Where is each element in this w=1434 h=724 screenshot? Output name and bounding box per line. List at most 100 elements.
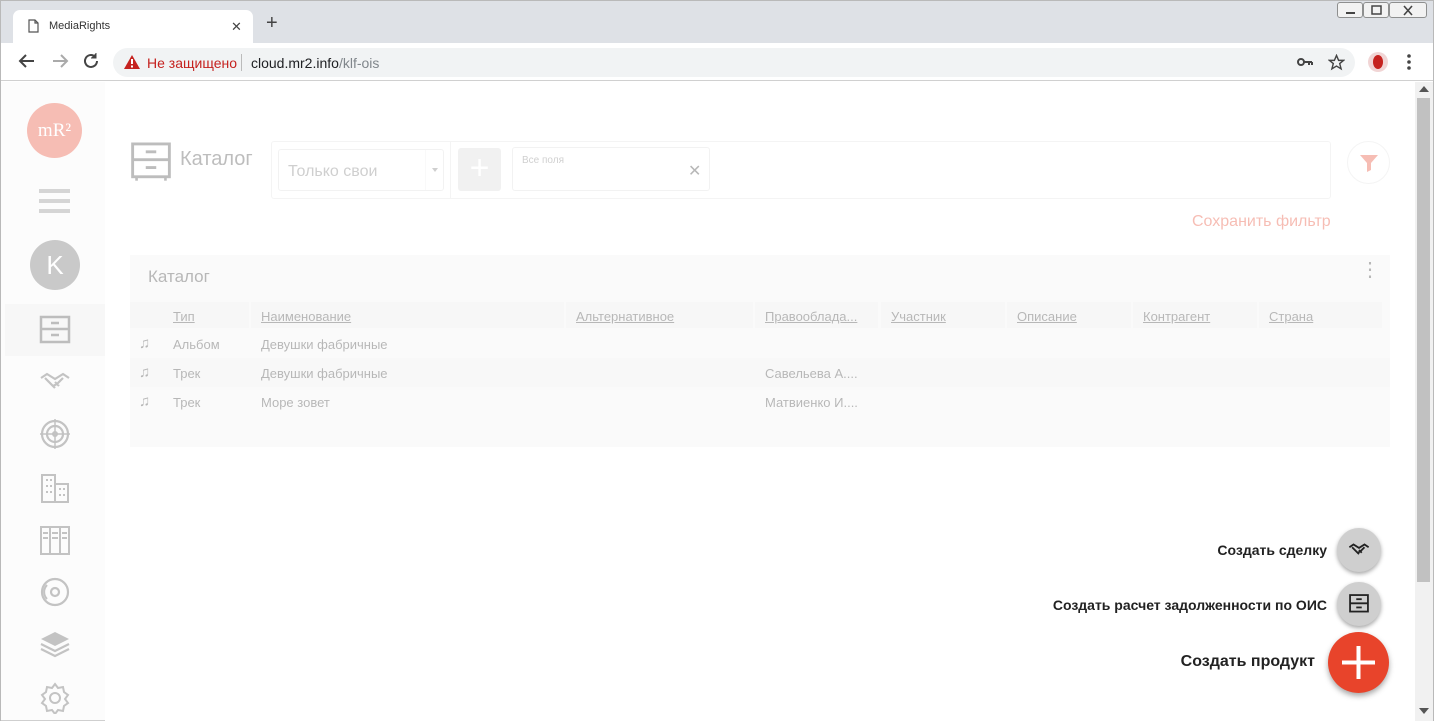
table-row[interactable]: ♫ Альбом Девушки фабричные <box>130 329 1390 358</box>
address-bar[interactable]: Не защищено cloud.mr2.info/klf-ois <box>113 48 1355 77</box>
security-status: Не защищено <box>147 55 237 71</box>
search-input[interactable]: Все поля ✕ <box>512 147 710 191</box>
page-overlay-content: Каталог Только свои + Все поля ✕ Сохрани… <box>105 82 1415 721</box>
row-type: Альбом <box>173 337 220 352</box>
user-avatar[interactable]: K <box>30 240 80 290</box>
catalog-table-panel: Каталог ⋮ Тип Наименование Альтернативно… <box>130 255 1390 447</box>
scrollbar-thumb[interactable] <box>1417 98 1430 582</box>
maximize-button[interactable] <box>1363 2 1389 18</box>
table-row[interactable]: ♫ Трек Море зовет Матвиенко И.... <box>130 387 1390 416</box>
divider <box>241 54 242 71</box>
chevron-down-icon <box>425 150 438 190</box>
create-debt-button[interactable] <box>1337 582 1381 626</box>
new-tab-icon[interactable]: + <box>266 13 278 33</box>
main-content: Каталог Только свои + Все поля ✕ Сохрани… <box>105 82 1415 721</box>
browser-tab[interactable]: MediaRights ✕ <box>13 10 253 43</box>
music-note-icon: ♫ <box>139 393 151 410</box>
target-icon <box>40 419 70 449</box>
handshake-icon <box>1348 543 1370 555</box>
app-logo[interactable]: mR² <box>27 103 82 158</box>
handshake-icon <box>40 372 70 389</box>
row-name: Девушки фабричные <box>261 366 388 381</box>
cabinet-icon <box>40 526 70 555</box>
column-header-alt[interactable]: Альтернативное <box>566 302 753 328</box>
save-filter-link[interactable]: Сохранить фильтр <box>1192 213 1331 231</box>
hamburger-icon[interactable] <box>39 189 70 213</box>
table-title: Каталог <box>148 267 210 286</box>
page-icon <box>28 19 39 33</box>
scroll-down-icon[interactable] <box>1419 708 1429 714</box>
column-header-description[interactable]: Описание <box>1007 302 1131 328</box>
create-product-button[interactable] <box>1328 632 1389 693</box>
url-text: cloud.mr2.info/klf-ois <box>251 55 379 71</box>
table-row[interactable]: ♫ Трек Девушки фабричные Савельева А.... <box>130 358 1390 387</box>
tab-strip: MediaRights ✕ + <box>1 1 1433 43</box>
create-deal-button[interactable] <box>1337 528 1381 572</box>
page-title: Каталог <box>180 148 253 170</box>
column-header-owner[interactable]: Правооблада... <box>755 302 878 328</box>
create-debt-label[interactable]: Создать расчет задолженности по ОИС <box>1001 597 1327 613</box>
scrollbar[interactable] <box>1415 82 1433 721</box>
funnel-icon <box>1360 155 1378 172</box>
minimize-button[interactable] <box>1337 2 1363 18</box>
sidebar-item-deals[interactable] <box>5 356 105 408</box>
ownership-select[interactable]: Только свои <box>278 149 444 191</box>
row-owner: Савельева А.... <box>765 366 858 381</box>
filter-button[interactable] <box>1347 141 1390 184</box>
sidebar-item-layers[interactable] <box>5 618 105 670</box>
sidebar-item-companies[interactable] <box>5 462 105 514</box>
column-header-type[interactable]: Тип <box>163 302 249 328</box>
music-note-icon: ♫ <box>139 335 151 352</box>
browser-toolbar: Не защищено cloud.mr2.info/klf-ois <box>1 43 1433 81</box>
column-header-contractor[interactable]: Контрагент <box>1133 302 1257 328</box>
filter-panel: Только свои + Все поля ✕ <box>271 141 1331 199</box>
row-type: Трек <box>173 395 201 410</box>
clear-icon[interactable]: ✕ <box>688 161 701 181</box>
column-header-name[interactable]: Наименование <box>251 302 564 328</box>
sidebar-item-catalog[interactable] <box>5 304 105 356</box>
catalog-icon <box>131 142 171 181</box>
sidebar-item-archive[interactable] <box>5 514 105 566</box>
column-header-country[interactable]: Страна <box>1259 302 1382 328</box>
tab-title: MediaRights <box>49 20 111 32</box>
ownership-select-value: Только свои <box>288 163 378 180</box>
music-note-icon: ♫ <box>139 364 151 381</box>
catalog-icon <box>39 315 71 344</box>
star-icon[interactable] <box>1328 54 1345 71</box>
row-name: Море зовет <box>261 395 330 410</box>
sidebar-item-settings[interactable] <box>5 672 105 724</box>
row-type: Трек <box>173 366 201 381</box>
catalog-icon <box>1349 594 1369 613</box>
layers-icon <box>40 632 70 658</box>
warning-icon <box>124 55 140 69</box>
profile-avatar[interactable] <box>1367 51 1389 73</box>
sidebar-item-target[interactable] <box>5 408 105 460</box>
create-product-label[interactable]: Создать продукт <box>1121 653 1315 671</box>
plus-icon <box>1342 646 1375 679</box>
column-header-icon <box>130 302 163 328</box>
forward-icon[interactable] <box>50 51 70 71</box>
sidebar-item-media[interactable] <box>5 566 105 618</box>
disc-icon <box>40 577 70 607</box>
app-sidebar: mR² K <box>1 82 105 721</box>
close-tab-icon[interactable]: ✕ <box>231 19 242 35</box>
key-icon[interactable] <box>1297 56 1313 68</box>
menu-icon[interactable] <box>1405 53 1413 71</box>
divider <box>450 142 451 198</box>
create-deal-label[interactable]: Создать сделку <box>1121 542 1327 558</box>
buildings-icon <box>41 474 69 503</box>
search-placeholder: Все поля <box>522 155 565 166</box>
column-header-participant[interactable]: Участник <box>881 302 1005 328</box>
window-close-button[interactable] <box>1389 2 1427 18</box>
gear-icon <box>40 682 70 714</box>
row-name: Девушки фабричные <box>261 337 388 352</box>
back-icon[interactable] <box>17 51 37 71</box>
reload-icon[interactable] <box>81 51 101 71</box>
browser-window: MediaRights ✕ + Не защищено cloud.mr2.in… <box>0 0 1434 721</box>
scroll-up-icon[interactable] <box>1419 86 1429 92</box>
row-owner: Матвиенко И.... <box>765 395 858 410</box>
url-host: cloud.mr2.info <box>251 55 339 71</box>
more-options-icon[interactable]: ⋮ <box>1360 260 1380 280</box>
add-filter-button[interactable]: + <box>458 148 501 191</box>
url-path: /klf-ois <box>338 55 380 71</box>
